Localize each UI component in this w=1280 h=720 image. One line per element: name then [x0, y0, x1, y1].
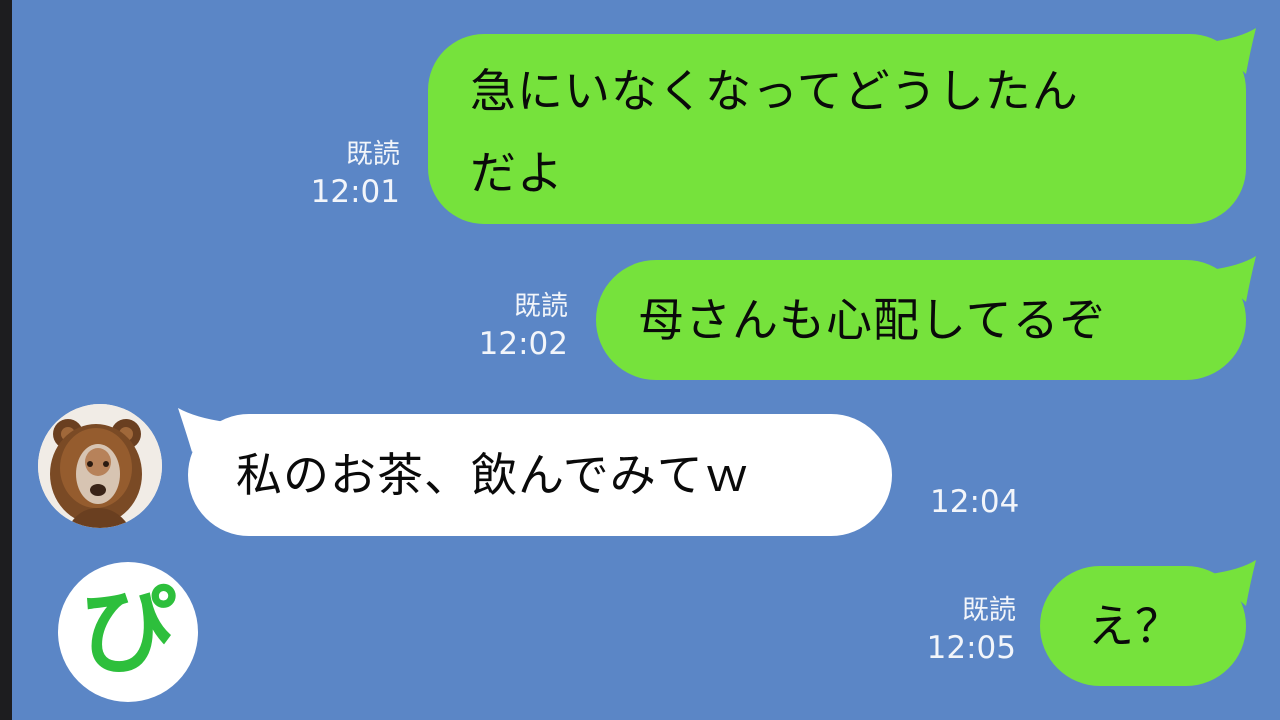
- message-time: 12:05: [926, 630, 1016, 666]
- contact-avatar[interactable]: [38, 404, 162, 528]
- logo-text: ぴ: [80, 575, 176, 687]
- message-time: 12:01: [310, 174, 400, 210]
- message-time: 12:02: [478, 326, 568, 362]
- bubble-tail: [1210, 560, 1256, 606]
- device-edge: [0, 0, 12, 720]
- bubble-tail: [1210, 256, 1256, 302]
- outgoing-message-bubble[interactable]: 急にいなくなってどうしたん だよ: [428, 34, 1246, 224]
- bubble-tail: [1210, 28, 1256, 74]
- read-receipt: 既読: [346, 139, 400, 170]
- lion-costume-dog-avatar-icon: [38, 404, 162, 528]
- message-text-line: だよ: [470, 146, 564, 200]
- pi-logo-icon: ぴ: [58, 562, 198, 702]
- message-time: 12:04: [930, 484, 1020, 520]
- incoming-message-bubble[interactable]: 私のお茶、飲んでみてｗ: [188, 414, 892, 536]
- outgoing-message-bubble[interactable]: 母さんも心配してるぞ: [596, 260, 1246, 380]
- message-meta: 既読 12:01: [280, 138, 400, 212]
- message-meta: 既読 12:05: [896, 594, 1016, 668]
- read-receipt: 既読: [514, 291, 568, 322]
- message-text-line: 私のお茶、飲んでみてｗ: [236, 448, 751, 502]
- read-receipt: 既読: [962, 595, 1016, 626]
- message-text-line: 急にいなくなってどうしたん: [470, 64, 1079, 118]
- message-meta: 既読 12:02: [440, 290, 568, 364]
- message-text-line: 母さんも心配してるぞ: [638, 293, 1107, 347]
